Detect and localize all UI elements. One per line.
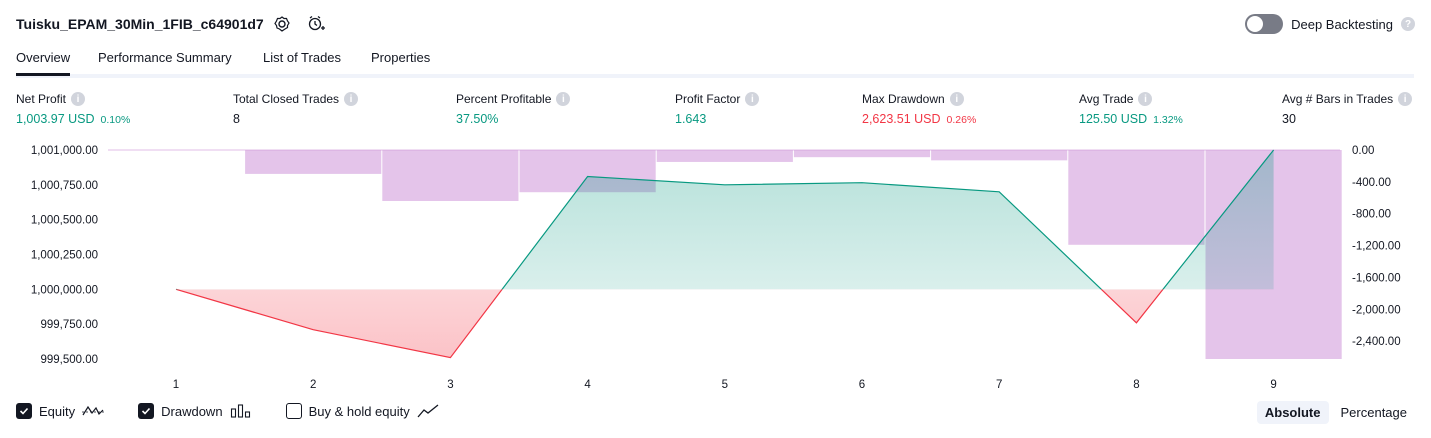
left-axis-tick-label: 1,000,250.00 [31, 250, 98, 262]
info-icon[interactable]: i [1398, 92, 1413, 106]
metric-percent: 0.10% [100, 114, 131, 126]
tab-properties[interactable]: Properties [371, 50, 430, 73]
left-axis-tick-label: 1,000,500.00 [31, 215, 98, 227]
view-mode-toggle: Absolute Percentage [1256, 401, 1416, 424]
metric-value: 1.643 [675, 112, 707, 126]
buy-hold-checkbox[interactable] [285, 403, 302, 419]
x-axis-tick-label: 6 [859, 379, 865, 391]
right-axis-tick-label: -2,000.00 [1352, 304, 1401, 316]
legend-equity[interactable]: Equity [16, 403, 105, 419]
x-axis-tick-label: 7 [996, 379, 1002, 391]
buy-hold-line-icon [417, 404, 439, 418]
drawdown-bar [656, 150, 793, 162]
add-alert-icon[interactable] [306, 14, 326, 34]
left-axis-tick-label: 999,500.00 [40, 354, 98, 366]
x-axis-tick-label: 3 [447, 379, 453, 391]
metric-label: Avg Trade [1079, 92, 1134, 106]
metric-label: Total Closed Trades [233, 92, 340, 106]
metric-label: Percent Profitable [456, 92, 552, 106]
right-axis-tick-label: -800.00 [1352, 209, 1391, 221]
tab-list-of-trades[interactable]: List of Trades [263, 50, 341, 73]
drawdown-bars-icon [230, 404, 250, 418]
left-axis-tick-label: 1,000,000.00 [31, 284, 98, 296]
chart-legend: Equity Drawdown Buy & hold equity [16, 403, 473, 419]
right-axis-tick-label: 0.00 [1352, 145, 1374, 157]
drawdown-checkbox[interactable] [138, 403, 155, 419]
equity-line-icon [82, 405, 105, 416]
metric-percent: 1.32% [1153, 114, 1183, 126]
drawdown-bar [793, 150, 931, 158]
right-axis-tick-label: -400.00 [1352, 177, 1391, 189]
legend-drawdown[interactable]: Drawdown [138, 403, 251, 419]
metric-value: 37.50% [456, 112, 499, 126]
drawdown-bar [382, 150, 519, 201]
metric-label: Avg # Bars in Trades [1282, 92, 1394, 106]
metric-label: Max Drawdown [862, 92, 945, 106]
deep-backtesting-label: Deep Backtesting [1291, 16, 1393, 32]
metric-avg-bars: Avg # Bars in Trades i 30 [1282, 92, 1413, 126]
report-tabs: Overview Performance Summary List of Tra… [16, 46, 1414, 78]
info-icon[interactable]: i [949, 92, 964, 106]
tab-performance-summary[interactable]: Performance Summary [98, 50, 232, 73]
legend-drawdown-label: Drawdown [161, 403, 223, 419]
x-axis-tick-label: 9 [1270, 379, 1276, 391]
right-axis-tick-label: -1,600.00 [1352, 272, 1401, 284]
percentage-button[interactable]: Percentage [1333, 401, 1416, 424]
absolute-button[interactable]: Absolute [1256, 401, 1329, 424]
settings-icon[interactable] [272, 14, 292, 34]
metric-percent: 0.26% [946, 114, 977, 126]
left-axis-tick-label: 999,750.00 [40, 319, 98, 331]
metric-avg-trade: Avg Trade i 125.50 USD 1.32% [1079, 92, 1183, 126]
right-axis-tick-label: -1,200.00 [1352, 241, 1401, 253]
info-icon[interactable]: i [556, 92, 571, 106]
metric-profit-factor: Profit Factor i 1.643 [675, 92, 760, 126]
metric-total-closed-trades: Total Closed Trades i 8 [233, 92, 359, 126]
drawdown-bar [931, 150, 1068, 161]
report-header: Tuisku_EPAM_30Min_1FIB_c64901d7 Deep Bac… [0, 0, 1431, 46]
info-icon[interactable]: i [344, 92, 359, 106]
x-axis-tick-label: 8 [1133, 379, 1139, 391]
info-icon[interactable]: i [1138, 92, 1153, 106]
deep-backtesting: Deep Backtesting ? [1245, 14, 1415, 34]
drawdown-bar [1068, 150, 1205, 245]
legend-buy-hold-label: Buy & hold equity [308, 403, 410, 419]
metric-value: 2,623.51 USD [862, 112, 941, 126]
x-axis-tick-label: 4 [584, 379, 591, 391]
help-icon[interactable]: ? [1401, 17, 1415, 31]
left-axis-tick-label: 1,000,750.00 [31, 180, 98, 192]
legend-equity-label: Equity [39, 403, 76, 419]
right-axis-tick-label: -2,400.00 [1352, 336, 1401, 348]
strategy-title: Tuisku_EPAM_30Min_1FIB_c64901d7 [16, 16, 264, 32]
equity-checkbox[interactable] [16, 403, 32, 419]
metric-value: 1,003.97 USD [16, 112, 95, 126]
metric-net-profit: Net Profit i 1,003.97 USD 0.10% [16, 92, 130, 126]
legend-buy-hold[interactable]: Buy & hold equity [285, 403, 439, 419]
metric-percent-profitable: Percent Profitable i 37.50% [456, 92, 571, 126]
metric-value: 125.50 USD [1079, 112, 1148, 126]
info-icon[interactable]: i [71, 92, 86, 106]
left-axis-tick-label: 1,001,000.00 [31, 145, 98, 157]
metric-max-drawdown: Max Drawdown i 2,623.51 USD 0.26% [862, 92, 976, 126]
tab-overview[interactable]: Overview [16, 50, 71, 76]
deep-backtesting-toggle[interactable] [1245, 14, 1284, 34]
x-axis-tick-label: 1 [173, 379, 179, 391]
metrics-row: Net Profit i 1,003.97 USD 0.10% Total Clos… [0, 92, 1431, 132]
x-axis-tick-label: 2 [310, 379, 316, 391]
metric-label: Profit Factor [675, 92, 741, 106]
metric-value: 30 [1282, 112, 1296, 126]
info-icon[interactable]: i [745, 92, 760, 106]
equity-drawdown-chart[interactable]: 1,001,000.00 1,000,750.00 1,000,500.00 1,00… [0, 138, 1431, 398]
metric-label: Net Profit [16, 92, 67, 106]
drawdown-bar [245, 150, 382, 174]
metric-value: 8 [233, 112, 240, 126]
x-axis-tick-label: 5 [722, 379, 728, 391]
